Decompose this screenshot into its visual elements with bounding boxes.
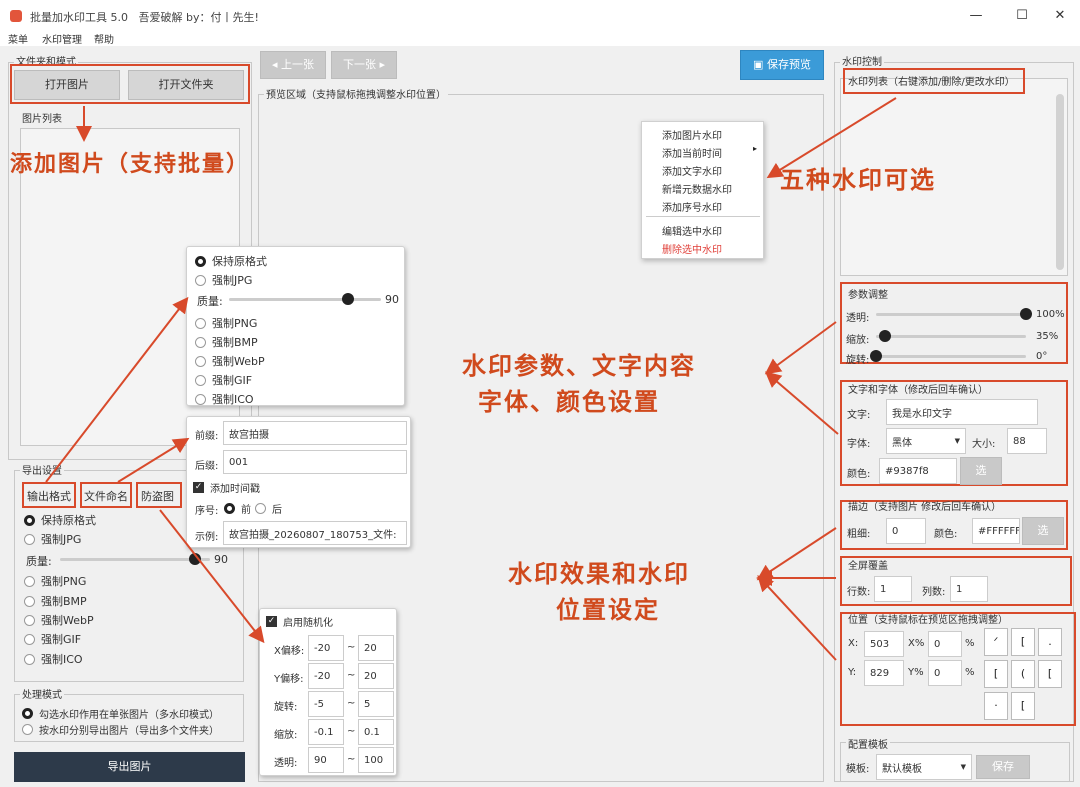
annotation-five-types: 五种水印可选 [780, 165, 936, 194]
annotation-effect-line1: 水印效果和水印 [508, 559, 690, 588]
annotation-params-line2: 字体、颜色设置 [478, 387, 660, 416]
arrow-params [764, 321, 837, 375]
arrow-text-font [764, 371, 839, 435]
arrow-position [757, 575, 837, 661]
arrow-format-popup [45, 296, 189, 483]
annotation-effect-line2: 位置设定 [556, 595, 660, 624]
arrow-stroke [756, 527, 837, 581]
annotation-params-line1: 水印参数、文字内容 [462, 351, 696, 380]
arrow-random-popup [159, 509, 265, 644]
arrow-naming-popup [117, 437, 190, 483]
annotation-add-images: 添加图片（支持批量） [10, 151, 251, 177]
